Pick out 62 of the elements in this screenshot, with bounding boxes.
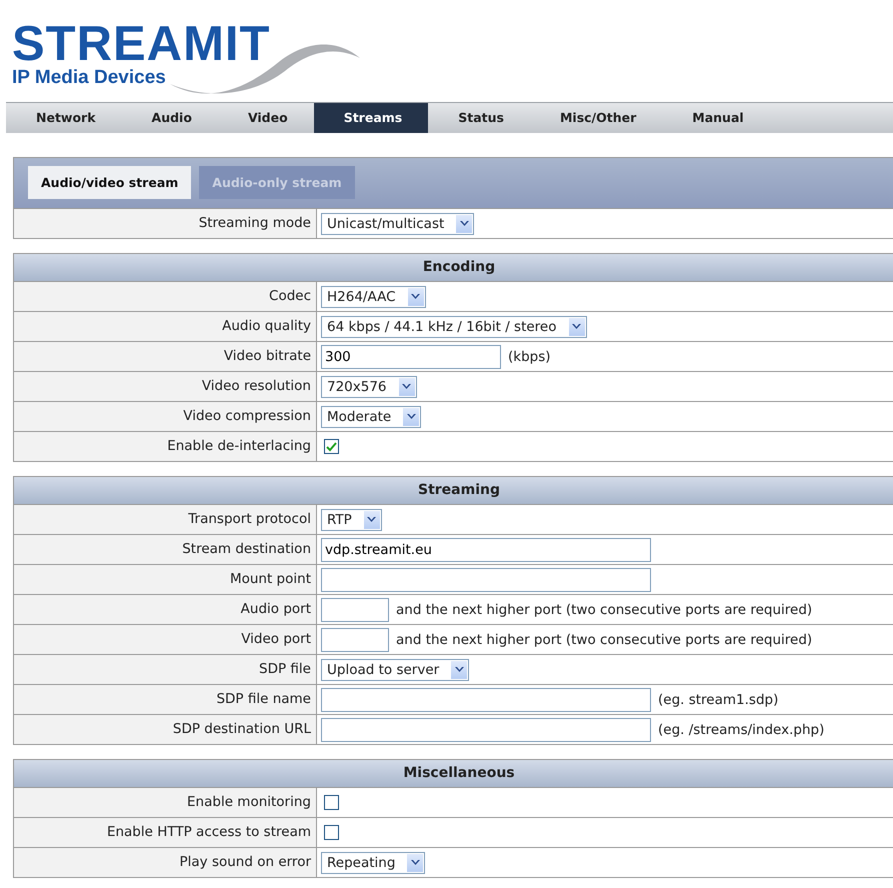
stream-tab[interactable]: Audio/video stream <box>28 166 192 199</box>
nav-tab[interactable]: Status <box>428 103 530 133</box>
field-label: Codec <box>14 282 317 311</box>
nav-tab[interactable]: Network <box>6 103 122 133</box>
chevron-down-icon <box>406 414 416 420</box>
section-header: Encoding <box>14 254 893 282</box>
nav-tab[interactable]: Video <box>218 103 314 133</box>
checkbox[interactable] <box>324 439 339 454</box>
field-label: Video port <box>14 625 317 654</box>
field-hint: and the next higher port (two consecutive ports are required) <box>396 602 812 618</box>
section-header: Miscellaneous <box>14 760 893 788</box>
input-field[interactable] <box>321 688 651 712</box>
field-label: SDP file name <box>14 685 317 714</box>
input-field[interactable] <box>321 568 651 592</box>
field-hint: (kbps) <box>508 348 551 364</box>
field-label: Audio port <box>14 595 317 624</box>
field-label: Stream destination <box>14 535 317 564</box>
input-field[interactable] <box>321 718 651 742</box>
nav-tab[interactable]: Streams <box>314 103 428 133</box>
logo-tagline: IP Media Devices <box>12 66 167 90</box>
chevron-down-icon <box>460 220 469 226</box>
field-label: Transport protocol <box>14 505 317 534</box>
input-field[interactable]: vdp.streamit.eu <box>321 538 651 562</box>
field-label: Enable HTTP access to stream <box>14 818 317 847</box>
input-field[interactable]: 300 <box>321 344 501 368</box>
dropdown[interactable]: 64 kbps / 44.1 kHz / 16bit / stereo <box>321 316 586 338</box>
nav-tab[interactable]: Misc/Other <box>530 103 662 133</box>
chevron-down-icon <box>454 666 464 672</box>
field-label: Play sound on error <box>14 848 317 877</box>
checkbox[interactable] <box>324 825 339 840</box>
logo-wordmark: STREAMIT <box>12 22 270 66</box>
dropdown[interactable]: 720x576 <box>321 376 417 398</box>
input-field[interactable] <box>321 598 389 622</box>
dropdown[interactable]: Repeating <box>321 852 426 874</box>
checkbox[interactable] <box>324 795 339 810</box>
field-label: Enable de-interlacing <box>14 432 317 461</box>
field-label: SDP file <box>14 655 317 684</box>
input-field[interactable] <box>321 628 389 652</box>
chevron-down-icon <box>402 384 412 390</box>
field-label: Video bitrate <box>14 342 317 371</box>
dropdown[interactable]: Unicast/multicast <box>321 212 474 234</box>
field-label: Audio quality <box>14 312 317 341</box>
field-hint: (eg. /streams/index.php) <box>658 722 824 738</box>
field-label: Streaming mode <box>14 209 317 238</box>
chevron-down-icon <box>572 324 581 330</box>
dropdown[interactable]: H264/AAC <box>321 286 426 308</box>
field-label: Mount point <box>14 565 317 594</box>
field-label: Video resolution <box>14 372 317 401</box>
nav-tab[interactable]: Manual <box>662 103 770 133</box>
dropdown[interactable]: Upload to server <box>321 658 470 680</box>
dropdown[interactable]: Moderate <box>321 406 422 428</box>
field-label: SDP destination URL <box>14 715 317 744</box>
field-label: Enable monitoring <box>14 788 317 817</box>
chevron-down-icon <box>411 294 420 300</box>
section-header: Streaming <box>14 477 893 505</box>
field-hint: (eg. stream1.sdp) <box>658 692 778 708</box>
dropdown[interactable]: RTP <box>321 508 382 530</box>
field-label: Video compression <box>14 402 317 431</box>
chevron-down-icon <box>410 860 420 866</box>
field-hint: and the next higher port (two consecutive ports are required) <box>396 632 812 648</box>
chevron-down-icon <box>367 516 376 522</box>
nav-tab[interactable]: Audio <box>122 103 218 133</box>
